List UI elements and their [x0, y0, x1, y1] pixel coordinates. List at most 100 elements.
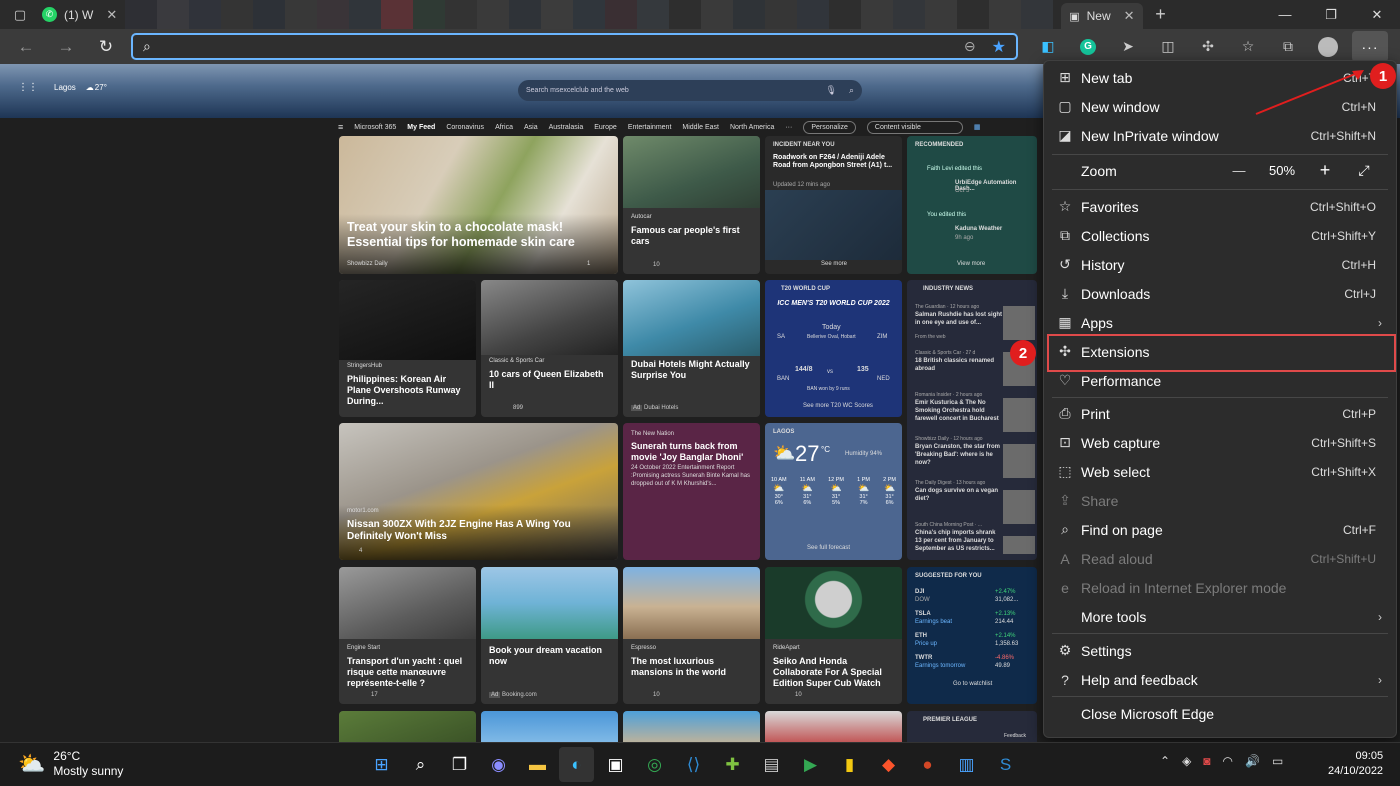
more-icon[interactable]: ··· — [785, 124, 792, 131]
menu-item-downloads[interactable]: ⤓ Downloads Ctrl+J — [1044, 279, 1396, 308]
news-card[interactable] — [623, 711, 760, 742]
feed-nav-item[interactable]: Coronavirus — [446, 124, 484, 131]
full-forecast-link[interactable]: See full forecast — [807, 545, 850, 551]
news-card[interactable]: The New Nation Sunerah turns back from m… — [623, 423, 760, 560]
close-icon[interactable]: ✕ — [1124, 8, 1135, 24]
tray-app-icon[interactable]: ◈ — [1182, 754, 1191, 768]
menu-item-web-capture[interactable]: ⊡ Web capture Ctrl+Shift+S — [1044, 428, 1396, 457]
new-tab-plus-icon[interactable]: + — [1147, 0, 1175, 29]
tab-collapsed[interactable] — [285, 0, 318, 29]
menu-item-find-on-page[interactable]: ⌕ Find on page Ctrl+F — [1044, 515, 1396, 544]
tab-collapsed[interactable] — [893, 0, 926, 29]
powerpoint-icon[interactable]: ● — [910, 747, 945, 782]
app-launcher-icon[interactable]: ⋮⋮ — [18, 82, 38, 93]
search-icon[interactable]: ⌕ — [403, 747, 438, 782]
extension-icon[interactable]: ◧ — [1028, 38, 1068, 55]
news-card[interactable]: Engine Start Transport d'un yacht : quel… — [339, 567, 476, 704]
ad-card[interactable]: Book your dream vacation now Ad Booking.… — [481, 567, 618, 704]
weather-card[interactable]: LAGOS ⛅ 27 °C Humidity 94% 10 AM ⛅ 30° 6% 1… — [765, 423, 902, 560]
menu-item-more-tools[interactable]: More tools › — [1044, 602, 1396, 631]
tab-collapsed[interactable] — [1021, 0, 1054, 29]
tab-collapsed[interactable] — [637, 0, 670, 29]
maximize-icon[interactable]: ❐ — [1308, 0, 1354, 29]
news-card[interactable]: Autocar Famous car people's first cars 1… — [623, 136, 760, 274]
task-view-icon[interactable]: ❐ — [442, 747, 477, 782]
news-card[interactable] — [765, 711, 902, 742]
microsoft-store-icon[interactable]: ▣ — [598, 747, 633, 782]
cricket-card[interactable]: T20 WORLD CUP ICC MEN'S T20 WORLD CUP 20… — [765, 280, 902, 417]
news-title[interactable]: Emir Kusturica & The No Smoking Orchestr… — [915, 400, 1003, 423]
power-bi-icon[interactable]: ▮ — [832, 747, 867, 782]
edge-icon[interactable]: ◐ — [559, 747, 594, 782]
menu-item-apps[interactable]: ▦ Apps › — [1044, 308, 1396, 337]
news-title[interactable]: 18 British classics renamed abroad — [915, 358, 1003, 374]
volume-icon[interactable]: 🔊 — [1245, 754, 1260, 768]
fullscreen-icon[interactable]: ⤢ — [1342, 162, 1386, 179]
recommended-card[interactable]: RECOMMENDED Faith Levi edited this UrbiE… — [907, 136, 1037, 274]
ad-card[interactable]: Dubai Hotels Might Actually Surprise You… — [623, 280, 760, 417]
collections-icon[interactable]: ⧉ — [1268, 38, 1308, 55]
close-icon[interactable]: ✕ — [106, 7, 117, 23]
brave-icon[interactable]: ◆ — [871, 747, 906, 782]
tab-collapsed[interactable] — [381, 0, 414, 29]
feed-nav-item[interactable]: Asia — [524, 124, 538, 131]
recommended-doc-title[interactable]: Kaduna Weather — [955, 226, 1002, 232]
tab-collapsed[interactable] — [957, 0, 990, 29]
menu-item-help[interactable]: ? Help and feedback › — [1044, 665, 1396, 694]
file-explorer-icon[interactable]: ▬ — [520, 747, 555, 782]
location-temp[interactable]: 27° — [95, 83, 107, 92]
menu-item-web-select[interactable]: ⬚ Web select Ctrl+Shift+X — [1044, 457, 1396, 486]
battery-icon[interactable]: ▭ — [1272, 754, 1283, 768]
tab-collapsed[interactable] — [189, 0, 222, 29]
stock-symbol[interactable]: TWTR — [915, 655, 932, 661]
news-card[interactable]: StringersHub Philippines: Korean Air Pla… — [339, 280, 476, 417]
view-more-link[interactable]: View more — [957, 261, 985, 267]
tab-new-tab[interactable]: ▣ New ✕ — [1061, 3, 1143, 29]
tab-collapsed[interactable] — [573, 0, 606, 29]
tab-collapsed[interactable] — [797, 0, 830, 29]
tab-collapsed[interactable] — [541, 0, 574, 29]
favorite-star-icon[interactable]: ★ — [992, 37, 1006, 57]
tab-collapsed[interactable] — [413, 0, 446, 29]
news-card[interactable]: Espresso The most luxurious mansions in … — [623, 567, 760, 704]
tab-collapsed[interactable] — [477, 0, 510, 29]
news-title[interactable]: China's chip imports shrank 13 per cent … — [915, 530, 1003, 553]
back-arrow-icon[interactable]: ← — [6, 29, 46, 64]
menu-item-history[interactable]: ↺ History Ctrl+H — [1044, 250, 1396, 279]
chrome-icon[interactable]: ◎ — [637, 747, 672, 782]
tab-collapsed[interactable] — [989, 0, 1022, 29]
zoom-minus-button[interactable]: — — [1222, 163, 1256, 178]
tab-collapsed[interactable] — [925, 0, 958, 29]
chevron-up-icon[interactable]: ⌃ — [1160, 754, 1170, 768]
industry-news-card[interactable]: INDUSTRY NEWS The Guardian · 12 hours ag… — [907, 280, 1037, 560]
zoom-out-icon[interactable]: ⊖ — [964, 38, 976, 55]
tab-collapsed[interactable] — [733, 0, 766, 29]
teams-chat-icon[interactable]: ◉ — [481, 747, 516, 782]
notepad-icon[interactable]: ▥ — [949, 747, 984, 782]
tab-collapsed[interactable] — [701, 0, 734, 29]
search-icon[interactable]: ⌕ — [849, 85, 854, 96]
traffic-card[interactable]: INCIDENT NEAR YOU Roadwork on F264 / Ade… — [765, 136, 902, 274]
feed-nav-item[interactable]: Entertainment — [628, 124, 672, 131]
taskbar-weather[interactable]: ⛅ 26°C Mostly sunny — [18, 749, 123, 779]
vscode-icon[interactable]: ⟨⟩ — [676, 747, 711, 782]
tab-collapsed[interactable] — [445, 0, 478, 29]
zoom-plus-button[interactable]: + — [1308, 160, 1342, 181]
feed-nav-item[interactable]: Middle East — [682, 124, 719, 131]
ntp-search-box[interactable]: Search msexcelclub and the web 🎙 ⌕ — [518, 80, 862, 101]
extension-stack-icon[interactable]: ◫ — [1148, 38, 1188, 55]
tab-collapsed[interactable] — [829, 0, 862, 29]
tab-collapsed[interactable] — [125, 0, 158, 29]
traffic-map[interactable] — [765, 190, 902, 260]
feed-nav-item[interactable]: Europe — [594, 124, 617, 131]
address-input[interactable] — [160, 39, 964, 54]
tab-actions-icon[interactable]: ▢ — [6, 0, 34, 29]
news-card[interactable]: RideApart Seiko And Honda Collaborate Fo… — [765, 567, 902, 704]
see-more-link[interactable]: See more — [821, 261, 847, 267]
extension-arrow-icon[interactable]: ➤ — [1108, 38, 1148, 55]
feed-nav-item[interactable]: North America — [730, 124, 774, 131]
tab-collapsed[interactable] — [317, 0, 350, 29]
personalize-button[interactable]: Personalize — [803, 120, 856, 134]
refresh-icon[interactable]: ↻ — [86, 29, 126, 64]
menu-icon[interactable]: ≡ — [338, 122, 343, 132]
